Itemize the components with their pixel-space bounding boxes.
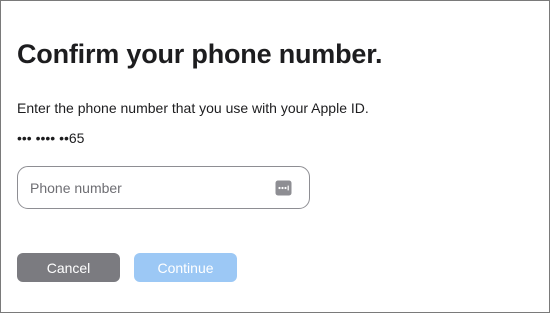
- masked-phone-number: ••• •••• ••65: [17, 130, 85, 146]
- phone-number-input[interactable]: [30, 167, 270, 208]
- continue-button[interactable]: Continue: [134, 253, 237, 282]
- phone-number-field[interactable]: [17, 166, 310, 209]
- cancel-button[interactable]: Cancel: [17, 253, 120, 282]
- autofill-keyboard-icon[interactable]: [275, 180, 292, 196]
- instruction-text: Enter the phone number that you use with…: [17, 100, 369, 116]
- dialog-frame: Confirm your phone number. Enter the pho…: [0, 0, 550, 313]
- page-title: Confirm your phone number.: [17, 39, 383, 69]
